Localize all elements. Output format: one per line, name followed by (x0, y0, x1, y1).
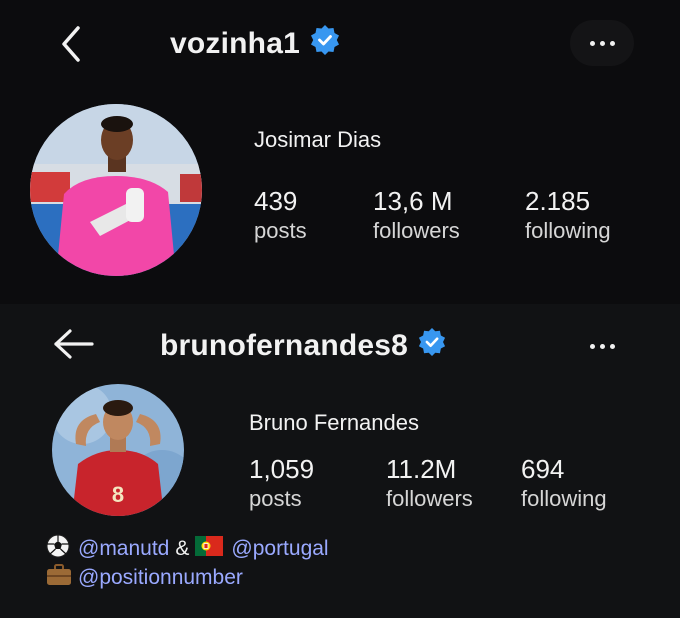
stat-label: following (521, 486, 607, 511)
stat-label: followers (373, 218, 460, 243)
stat-value: 1,059 (249, 454, 315, 484)
avatar[interactable] (30, 104, 202, 276)
stat-value: 2.185 (525, 186, 591, 216)
username-header: vozinha1 (170, 24, 340, 64)
profile-header-brunofernandes8: brunofernandes8 8 Bruno Fernandes 1,059 … (0, 304, 680, 618)
bio-link-manutd[interactable]: @manutd (78, 537, 169, 561)
stat-posts[interactable]: 1,059 posts (249, 454, 314, 514)
stat-value: 439 (254, 186, 298, 216)
username: vozinha1 (170, 27, 300, 60)
bio-line-1: @manutd & @portugal (46, 534, 329, 564)
bio-link-positionnumber[interactable]: @positionnumber (78, 566, 243, 590)
stat-label: posts (254, 218, 307, 243)
avatar[interactable]: 8 (52, 384, 184, 516)
bio-line-2: @positionnumber (46, 564, 243, 592)
arrow-left-icon[interactable] (52, 326, 96, 367)
more-dots-icon[interactable] (570, 20, 634, 66)
stat-label: posts (249, 486, 302, 511)
stat-followers[interactable]: 13,6 M followers (373, 186, 460, 246)
soccer-ball-icon (46, 534, 70, 564)
profile-header-vozinha1: vozinha1 Josimar Dias 439 posts 13,6 M f… (0, 0, 680, 304)
stat-following[interactable]: 694 following (521, 454, 607, 514)
bio-link-portugal[interactable]: @portugal (231, 537, 328, 561)
bio-separator: & (175, 537, 190, 560)
stat-value: 13,6 M (373, 186, 453, 216)
username-header: brunofernandes8 (160, 326, 446, 366)
display-name: Josimar Dias (254, 127, 382, 152)
stat-following[interactable]: 2.185 following (525, 186, 611, 246)
portugal-flag-icon (195, 536, 224, 562)
display-name: Bruno Fernandes (249, 410, 419, 435)
stat-label: following (525, 218, 611, 243)
chevron-left-icon[interactable] (56, 24, 86, 69)
username: brunofernandes8 (160, 329, 409, 362)
verified-badge-icon (418, 328, 446, 364)
briefcase-icon (46, 564, 72, 592)
stat-posts[interactable]: 439 posts (254, 186, 307, 246)
stat-value: 11.2M (386, 454, 457, 484)
stat-value: 694 (521, 454, 565, 484)
svg-text:8: 8 (112, 482, 124, 507)
stat-label: followers (386, 486, 473, 511)
verified-badge-icon (310, 25, 340, 63)
stat-followers[interactable]: 11.2M followers (386, 454, 473, 514)
more-dots-icon[interactable] (580, 336, 624, 356)
